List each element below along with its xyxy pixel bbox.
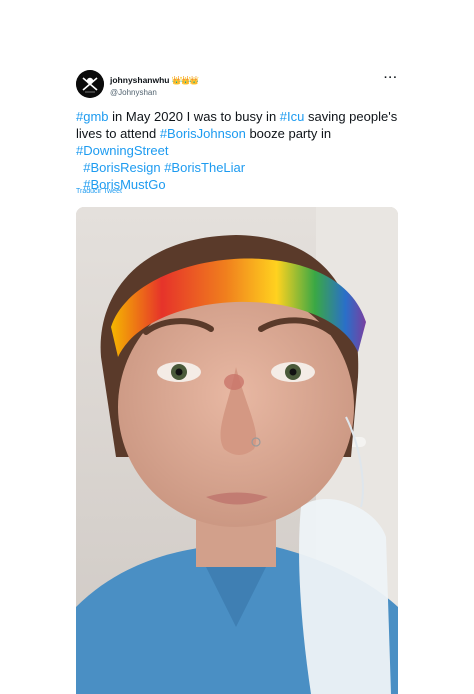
hashtag-boristheliar[interactable]: #BorisTheLiar: [164, 160, 245, 175]
hashtag-borisjohnson[interactable]: #BorisJohnson: [160, 126, 246, 141]
hashtag-gmb[interactable]: #gmb: [76, 109, 109, 124]
tweet-photo[interactable]: [76, 207, 398, 694]
avatar[interactable]: [76, 70, 104, 98]
tweet-text: #gmb in May 2020 I was to busy in #Icu s…: [76, 108, 398, 193]
hashtag-icu[interactable]: #Icu: [280, 109, 305, 124]
tweet-text-part: booze party in: [245, 126, 332, 141]
crown-emoji: 👑👑👑: [171, 76, 200, 85]
tweet-text-part: in May 2020 I was to busy in: [108, 109, 280, 124]
nurse-selfie-image: [76, 207, 398, 694]
user-info: johnyshanwhu 👑👑👑 @Johnyshan: [110, 73, 200, 99]
skull-crossbones-icon: [76, 70, 104, 98]
user-handle[interactable]: @Johnyshan: [110, 87, 198, 99]
more-options-button[interactable]: ···: [384, 72, 398, 84]
hashtag-downingstreet[interactable]: #DowningStreet: [76, 143, 169, 158]
translate-tweet-link[interactable]: Traducir Tweet: [76, 188, 122, 195]
hashtag-borisresign[interactable]: #BorisResign: [83, 160, 160, 175]
display-name[interactable]: johnyshanwhu: [110, 75, 170, 85]
